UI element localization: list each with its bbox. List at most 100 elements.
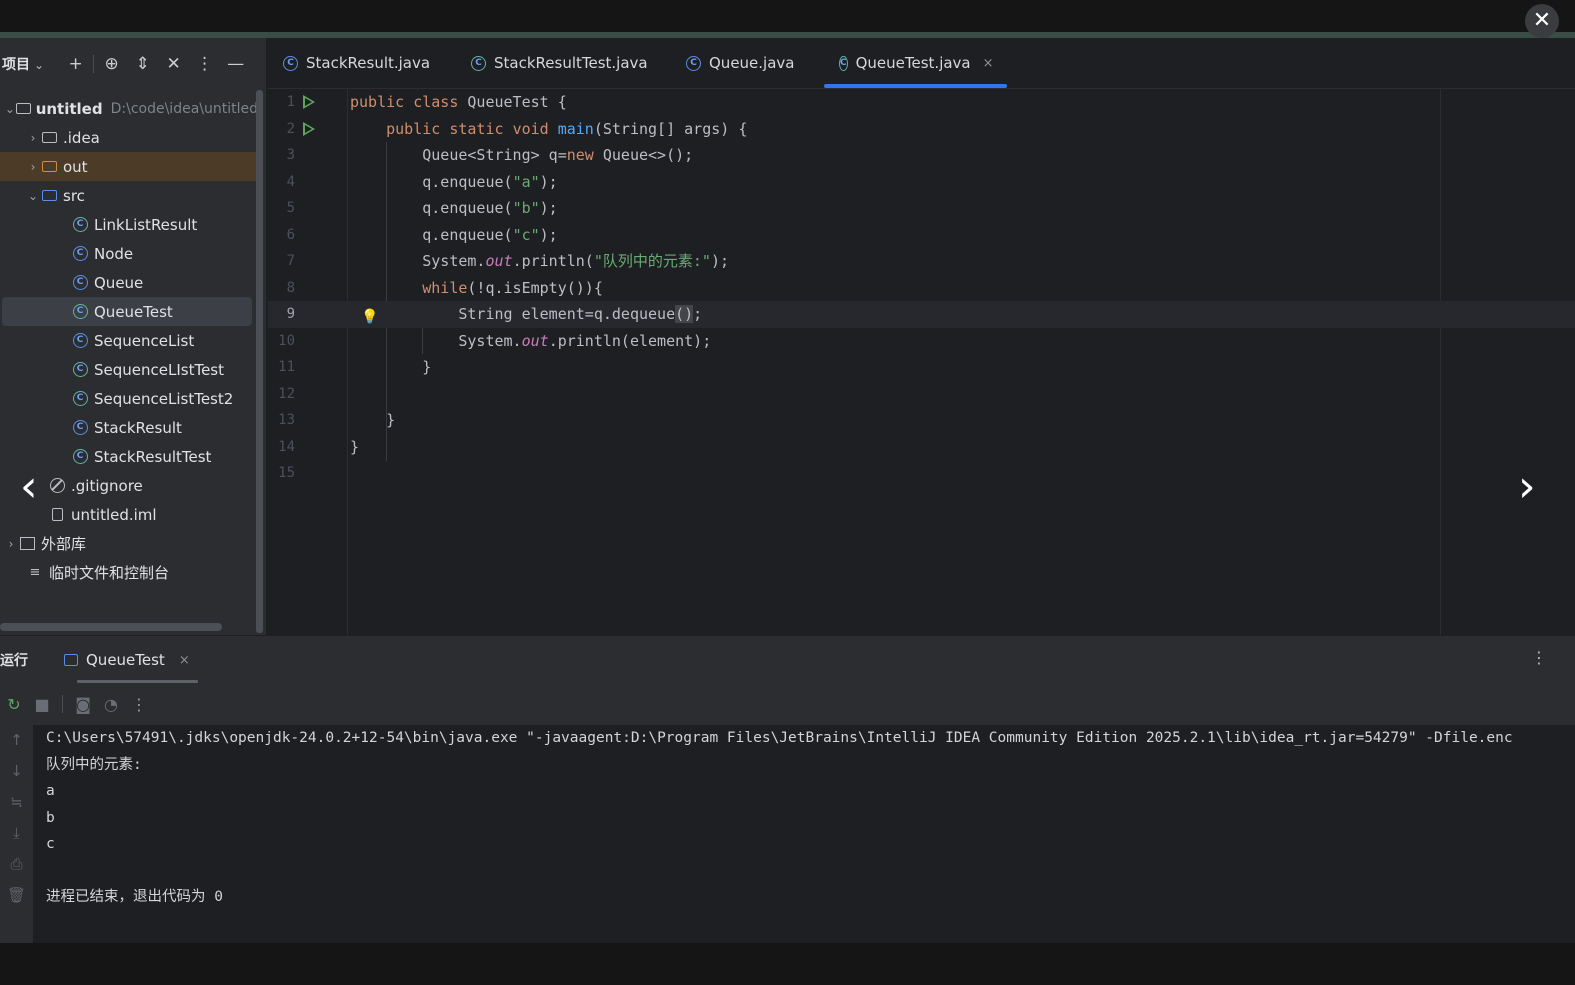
chevron-right-icon[interactable]: › xyxy=(26,160,40,174)
run-panel-header: 运行 QueueTest × ⋮ xyxy=(0,635,1575,684)
line-number: 4 xyxy=(286,173,295,190)
expand-icon[interactable]: ⇕ xyxy=(127,54,158,74)
trash-icon[interactable]: 🗑 xyxy=(0,880,33,911)
code-text: q.enqueue("b"); xyxy=(350,199,558,217)
tab-stackresulttest[interactable]: C StackResultTest.java xyxy=(471,38,648,88)
code-text: String element=q.dequeue(); xyxy=(350,305,703,323)
run-gutter-icon[interactable] xyxy=(303,121,315,136)
code-line[interactable]: 11 } xyxy=(268,354,1575,381)
close-icon[interactable]: ✕ xyxy=(1525,4,1559,38)
line-number: 6 xyxy=(286,226,295,243)
chevron-right-icon[interactable]: › xyxy=(26,131,40,145)
tree-item-label: SequenceList xyxy=(94,331,195,350)
tree-item-queuetest[interactable]: C QueueTest xyxy=(2,297,252,326)
tree-item-queue[interactable]: C Queue xyxy=(0,268,258,297)
runnable-class-icon: C xyxy=(71,391,89,407)
ignore-file-icon xyxy=(48,478,66,494)
camera-icon[interactable]: ◙ xyxy=(69,695,97,714)
chevron-down-icon: ⌄ xyxy=(34,58,45,72)
tree-item-node[interactable]: C Node xyxy=(0,239,258,268)
line-number: 5 xyxy=(286,200,295,216)
project-horizontal-scrollbar[interactable] xyxy=(0,623,222,631)
project-view-selector[interactable]: 项目 ⌄ xyxy=(0,54,44,74)
tab-stackresult[interactable]: C StackResult.java xyxy=(283,38,430,88)
line-number: 3 xyxy=(286,147,295,163)
code-editor[interactable]: 1 public class QueueTest {2 public static… xyxy=(268,89,1575,635)
close-tab-icon[interactable]: × xyxy=(983,56,994,71)
code-line[interactable]: 2 public static void main(String[] args)… xyxy=(268,116,1575,143)
kebab-icon[interactable]: ⋮ xyxy=(189,54,220,74)
runnable-class-icon: C xyxy=(71,449,89,465)
tree-item-idea[interactable]: › .idea xyxy=(0,123,258,152)
code-line[interactable]: 8 while(!q.isEmpty()){ xyxy=(268,275,1575,302)
coverage-icon[interactable]: ◔ xyxy=(97,695,125,714)
print-icon[interactable]: ⎙ xyxy=(0,849,33,880)
code-text: q.enqueue("a"); xyxy=(350,172,558,191)
project-vertical-scrollbar[interactable] xyxy=(256,90,263,633)
chevron-right-icon[interactable]: › xyxy=(1518,462,1536,512)
run-gutter-icon[interactable] xyxy=(303,95,315,109)
tab-queuetest[interactable]: C QueueTest.java × xyxy=(824,38,1007,88)
excluded-folder-icon xyxy=(40,159,58,175)
tree-item-untitled[interactable]: ⌄ untitled D:\code\idea\untitled xyxy=(0,94,258,123)
tree-item-label: untitled xyxy=(35,99,103,118)
soft-wrap-icon[interactable]: ≒ xyxy=(0,787,33,818)
tree-item-gitignore[interactable]: .gitignore xyxy=(0,471,258,500)
code-line[interactable]: 6 q.enqueue("c"); xyxy=(268,222,1575,249)
iml-file-icon xyxy=(48,507,66,523)
kebab-icon[interactable]: ⋮ xyxy=(125,695,153,714)
line-number: 10 xyxy=(278,332,295,349)
collapse-icon[interactable]: ✕ xyxy=(158,54,189,74)
tab-label: QueueTest.java xyxy=(855,54,971,72)
code-line[interactable]: 5 q.enqueue("b"); xyxy=(268,195,1575,222)
chevron-down-icon[interactable]: ⌄ xyxy=(26,189,40,203)
console-line: 队列中的元素: xyxy=(46,756,142,773)
code-line[interactable]: 4 q.enqueue("a"); xyxy=(268,169,1575,196)
code-line[interactable]: 10 System.out.println(element); xyxy=(268,328,1575,355)
tree-item-linklistresult[interactable]: C LinkListResult xyxy=(0,210,258,239)
minimize-icon[interactable]: — xyxy=(220,54,251,74)
code-line[interactable]: 12 xyxy=(268,381,1575,408)
scroll-to-end-icon[interactable]: ⤓ xyxy=(0,818,33,849)
code-text: } xyxy=(350,437,360,456)
down-arrow-icon[interactable]: ↓ xyxy=(0,756,33,787)
run-tab-queuetest[interactable]: QueueTest × xyxy=(64,636,190,684)
class-icon: C xyxy=(71,275,89,291)
console-output[interactable]: C:\Users\57491\.jdks\openjdk-24.0.2+12-5… xyxy=(33,725,1575,943)
plus-icon[interactable]: + xyxy=(60,54,91,74)
tree-item-src[interactable]: ⌄ src xyxy=(0,181,258,210)
up-arrow-icon[interactable]: ↑ xyxy=(0,725,33,756)
kebab-icon[interactable]: ⋮ xyxy=(1531,648,1547,667)
code-line[interactable]: 13 } xyxy=(268,407,1575,434)
rerun-icon[interactable]: ↻ xyxy=(0,695,28,714)
tree-item-out[interactable]: › out xyxy=(0,152,258,181)
tree-item-stackresult[interactable]: C StackResult xyxy=(0,413,258,442)
tree-item-stackresulttest[interactable]: C StackResultTest xyxy=(0,442,258,471)
tab-queue[interactable]: C Queue.java xyxy=(686,38,794,88)
crosshair-icon[interactable]: ⊕ xyxy=(96,54,127,74)
chevron-right-icon[interactable]: › xyxy=(4,537,18,551)
tree-item-label: .idea xyxy=(63,128,100,147)
tree-item-untitled-iml[interactable]: untitled.iml xyxy=(0,500,258,529)
chevron-down-icon[interactable]: ⌄ xyxy=(4,102,16,116)
class-icon: C xyxy=(71,420,89,436)
divider xyxy=(93,55,95,73)
tree-item-external-libraries[interactable]: › 外部库 xyxy=(0,529,258,558)
module-folder-icon xyxy=(15,101,31,117)
tree-item-sequencelisttest2[interactable]: C SequenceListTest2 xyxy=(0,384,258,413)
code-line[interactable]: 7 System.out.println("队列中的元素:"); xyxy=(268,248,1575,275)
code-line[interactable]: 1 public class QueueTest { xyxy=(268,89,1575,116)
chevron-left-icon[interactable]: ‹ xyxy=(20,462,38,512)
stop-icon[interactable]: ■ xyxy=(28,695,56,714)
line-number: 7 xyxy=(286,253,295,269)
tree-item-sequencelisttest[interactable]: C SequenceLIstTest xyxy=(0,355,258,384)
code-line[interactable]: 15 xyxy=(268,460,1575,487)
code-line[interactable]: 9 💡 String element=q.dequeue(); xyxy=(268,301,1575,328)
close-run-tab-icon[interactable]: × xyxy=(179,653,190,668)
tree-item-scratches[interactable]: ≡ 临时文件和控制台 xyxy=(0,558,258,587)
code-line[interactable]: 3 Queue<String> q=new Queue<>(); xyxy=(268,142,1575,169)
tree-item-label: SequenceLIstTest xyxy=(94,360,225,379)
line-number: 13 xyxy=(278,412,295,428)
code-line[interactable]: 14} xyxy=(268,434,1575,461)
tree-item-sequencelist[interactable]: C SequenceList xyxy=(0,326,258,355)
